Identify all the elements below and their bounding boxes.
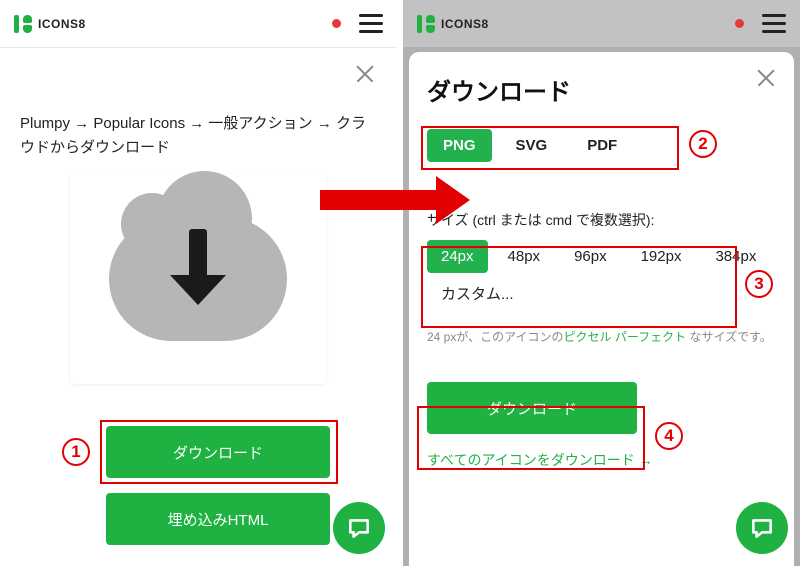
header: ICONS8 bbox=[403, 0, 800, 48]
menu-button[interactable] bbox=[359, 14, 383, 33]
screen-download-modal: ICONS8 ダウンロード PNGSVGPDF サイズ (ctrl または cm… bbox=[403, 0, 800, 566]
header-actions bbox=[332, 14, 383, 33]
annotation-number-3: 3 bbox=[745, 270, 773, 298]
logo-text: ICONS8 bbox=[38, 17, 86, 31]
chat-icon bbox=[346, 515, 372, 541]
close-icon[interactable] bbox=[353, 62, 377, 86]
screen-icon-detail: ICONS8 Plumpy → Popular Icons → 一般アクション … bbox=[0, 0, 397, 566]
header-actions bbox=[735, 14, 786, 33]
panel-title: ダウンロード bbox=[427, 72, 776, 107]
annotation-box-2 bbox=[421, 126, 679, 170]
close-icon[interactable] bbox=[754, 66, 778, 90]
menu-button[interactable] bbox=[762, 14, 786, 33]
logo[interactable]: ICONS8 bbox=[14, 15, 86, 33]
chat-fab[interactable] bbox=[736, 502, 788, 554]
logo[interactable]: ICONS8 bbox=[417, 15, 489, 33]
transition-arrow-icon bbox=[320, 190, 440, 210]
breadcrumb: Plumpy → Popular Icons → 一般アクション → クラウドか… bbox=[20, 112, 367, 160]
chat-fab[interactable] bbox=[333, 502, 385, 554]
annotation-number-4: 4 bbox=[655, 422, 683, 450]
header: ICONS8 bbox=[0, 0, 397, 48]
cloud-download-icon bbox=[109, 217, 287, 341]
annotation-box-4 bbox=[417, 406, 645, 470]
logo-text: ICONS8 bbox=[441, 17, 489, 31]
annotation-box-1 bbox=[100, 420, 338, 484]
logo-icon bbox=[14, 15, 32, 33]
pixel-perfect-hint: 24 pxが、このアイコンのピクセル パーフェクト なサイズです。 bbox=[427, 328, 776, 346]
pixel-perfect-link[interactable]: ピクセル パーフェクト bbox=[564, 330, 687, 344]
icon-preview bbox=[70, 174, 326, 384]
annotation-number-2: 2 bbox=[689, 130, 717, 158]
hint-text-post: なサイズです。 bbox=[686, 330, 772, 344]
size-label: サイズ (ctrl または cmd で複数選択): bbox=[427, 210, 776, 230]
record-indicator-icon bbox=[735, 19, 744, 28]
embed-html-button[interactable]: 埋め込みHTML bbox=[106, 493, 330, 545]
chat-icon bbox=[749, 515, 775, 541]
logo-icon bbox=[417, 15, 435, 33]
annotation-box-3 bbox=[421, 246, 737, 328]
annotation-number-1: 1 bbox=[62, 438, 90, 466]
record-indicator-icon bbox=[332, 19, 341, 28]
download-arrow-icon bbox=[170, 229, 226, 305]
hint-text-pre: 24 pxが、このアイコンの bbox=[427, 330, 564, 344]
